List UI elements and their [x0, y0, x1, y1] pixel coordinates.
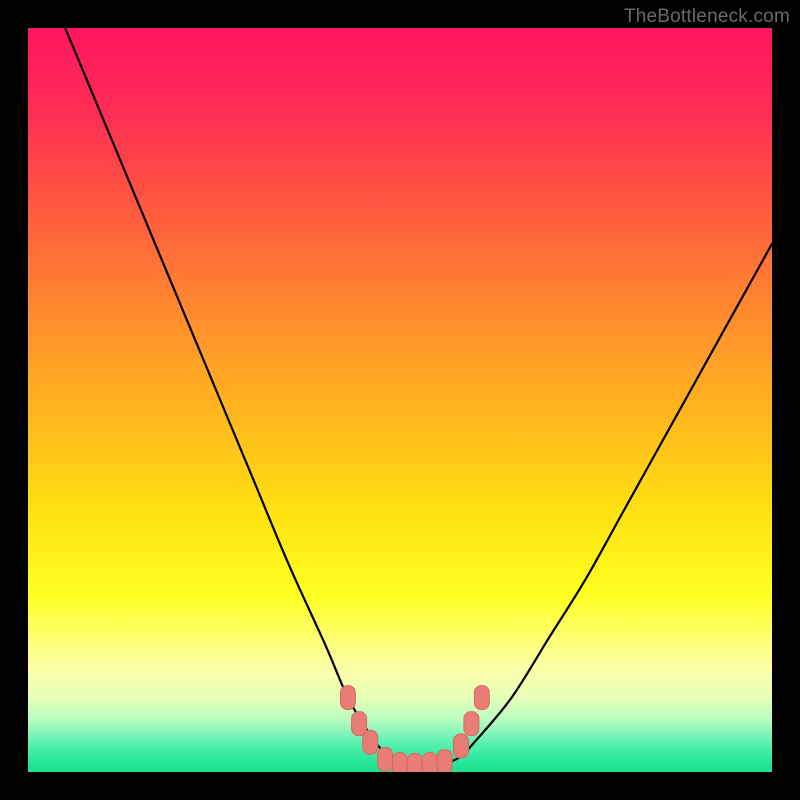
marker-dot [363, 730, 378, 754]
marker-dot [378, 747, 393, 771]
marker-dot [352, 712, 367, 736]
marker-dot [437, 750, 452, 772]
plot-area [28, 28, 772, 772]
marker-dot [407, 753, 422, 772]
marker-dot [454, 734, 469, 758]
marker-dot [464, 712, 479, 736]
low-bottleneck-markers [28, 28, 772, 772]
chart-frame: TheBottleneck.com [0, 0, 800, 800]
marker-dot [340, 686, 355, 710]
marker-dot [393, 753, 408, 772]
marker-dot [422, 753, 437, 772]
marker-dot [474, 686, 489, 710]
watermark-text: TheBottleneck.com [624, 6, 790, 28]
